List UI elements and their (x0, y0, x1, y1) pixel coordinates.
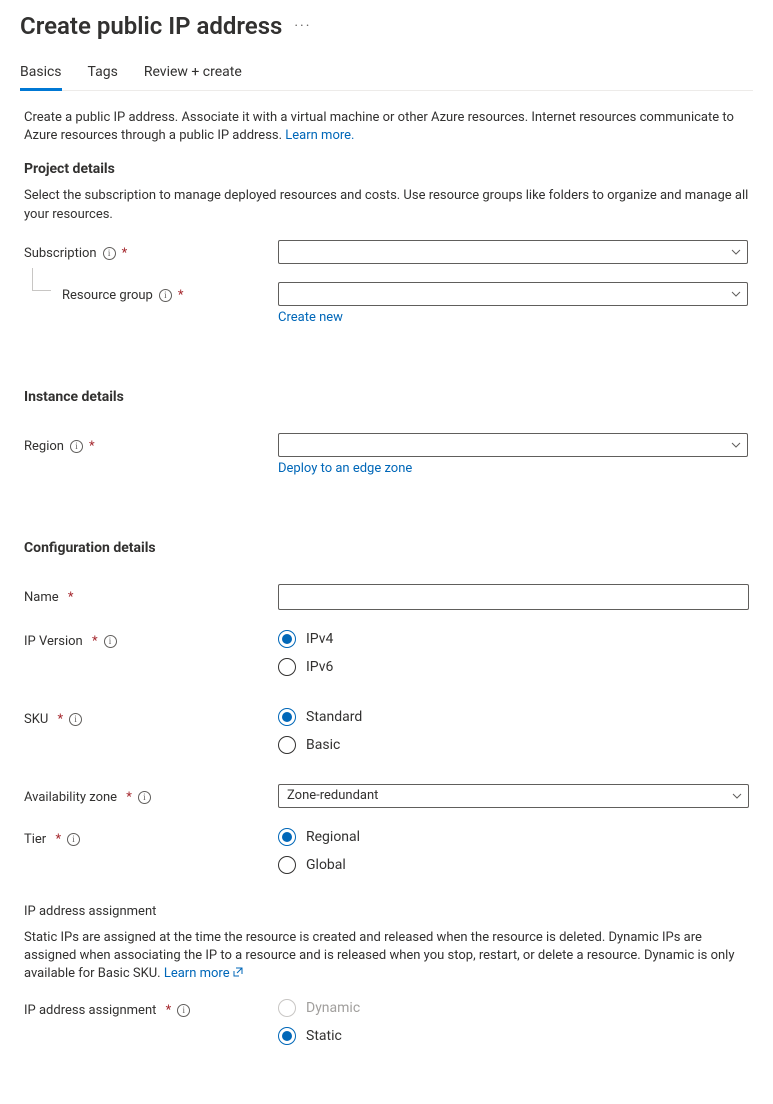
instance-details-heading: Instance details (24, 389, 749, 405)
sku-radio-group: Standard Basic (278, 706, 749, 754)
ip-version-radio-group: IPv4 IPv6 (278, 628, 749, 676)
tier-regional-label: Regional (306, 829, 360, 845)
required-marker: * (52, 832, 61, 847)
intro-learn-more-link[interactable]: Learn more. (285, 128, 354, 143)
required-marker: * (162, 1003, 171, 1018)
ip-version-ipv6-radio[interactable]: IPv6 (278, 658, 749, 676)
required-marker: * (122, 246, 128, 261)
sku-label: SKU * i (24, 706, 278, 727)
tab-basics[interactable]: Basics (20, 60, 62, 91)
external-link-icon (232, 966, 244, 978)
info-icon[interactable]: i (103, 247, 116, 260)
ip-assignment-learn-more-text: Learn more (164, 966, 230, 981)
info-icon[interactable]: i (177, 1004, 190, 1017)
ip-assignment-radio-group: Dynamic Static (278, 997, 749, 1045)
sku-standard-label: Standard (306, 709, 362, 725)
required-marker: * (89, 634, 98, 649)
intro-desc: Create a public IP address. Associate it… (24, 110, 734, 143)
info-icon[interactable]: i (104, 635, 117, 648)
tier-global-label: Global (306, 857, 346, 873)
dynamic-label: Dynamic (306, 1000, 360, 1016)
configuration-details-heading: Configuration details (24, 540, 749, 556)
availability-zone-label-text: Availability zone (24, 790, 117, 805)
radio-dot-icon (278, 1027, 296, 1045)
radio-dot-icon (278, 828, 296, 846)
ip-assignment-static-radio[interactable]: Static (278, 1027, 749, 1045)
tab-bar: Basics Tags Review + create (20, 60, 753, 91)
subscription-select[interactable] (278, 240, 748, 264)
chevron-down-icon (731, 247, 741, 257)
ip-assignment-dynamic-radio: Dynamic (278, 999, 749, 1017)
name-label-text: Name (24, 590, 59, 605)
availability-zone-select[interactable]: Zone-redundant (278, 784, 749, 808)
deploy-edge-zone-link[interactable]: Deploy to an edge zone (278, 461, 412, 476)
name-input[interactable] (278, 584, 749, 610)
chevron-down-icon (731, 440, 741, 450)
sku-label-text: SKU (24, 712, 48, 727)
ip-assignment-desc: Static IPs are assigned at the time the … (24, 929, 749, 984)
resource-group-label-text: Resource group (62, 288, 153, 303)
tab-tags[interactable]: Tags (88, 60, 118, 91)
tier-regional-radio[interactable]: Regional (278, 828, 749, 846)
radio-dot-icon (278, 708, 296, 726)
tier-label: Tier * i (24, 826, 278, 847)
ip-version-label: IP Version * i (24, 628, 278, 649)
ip-version-ipv4-radio[interactable]: IPv4 (278, 630, 749, 648)
sku-standard-radio[interactable]: Standard (278, 708, 749, 726)
info-icon[interactable]: i (138, 791, 151, 804)
sku-basic-label: Basic (306, 737, 340, 753)
required-marker: * (123, 790, 132, 805)
tab-review-create[interactable]: Review + create (144, 60, 242, 91)
ip-assignment-learn-more-link[interactable]: Learn more (164, 966, 244, 981)
info-icon[interactable]: i (159, 289, 172, 302)
ip-assignment-label: IP address assignment * i (24, 997, 278, 1018)
ipv4-label: IPv4 (306, 631, 333, 647)
required-marker: * (178, 288, 184, 303)
region-label-text: Region (24, 439, 64, 454)
radio-dot-icon (278, 630, 296, 648)
subscription-label-text: Subscription (24, 246, 97, 261)
page-title: Create public IP address (20, 12, 282, 40)
tier-radio-group: Regional Global (278, 826, 749, 874)
create-new-rg-link[interactable]: Create new (278, 310, 343, 325)
chevron-down-icon (731, 289, 741, 299)
intro-text: Create a public IP address. Associate it… (24, 109, 749, 145)
sku-basic-radio[interactable]: Basic (278, 736, 749, 754)
region-label: Region i * (24, 433, 278, 454)
ipv6-label: IPv6 (306, 659, 333, 675)
required-marker: * (89, 439, 95, 454)
info-icon[interactable]: i (69, 713, 82, 726)
tier-label-text: Tier (24, 832, 46, 847)
radio-dot-icon (278, 999, 296, 1017)
required-marker: * (65, 590, 74, 605)
project-details-desc: Select the subscription to manage deploy… (24, 187, 749, 223)
name-label: Name * (24, 584, 278, 605)
region-select[interactable] (278, 433, 748, 457)
ip-assignment-desc-text: Static IPs are assigned at the time the … (24, 930, 734, 981)
chevron-down-icon (732, 791, 742, 801)
info-icon[interactable]: i (70, 440, 83, 453)
project-details-heading: Project details (24, 161, 749, 177)
ip-version-label-text: IP Version (24, 634, 83, 649)
radio-dot-icon (278, 856, 296, 874)
radio-dot-icon (278, 736, 296, 754)
static-label: Static (306, 1028, 342, 1044)
resource-group-select[interactable] (278, 282, 748, 306)
radio-dot-icon (278, 658, 296, 676)
subscription-label: Subscription i * (24, 240, 278, 261)
info-icon[interactable]: i (67, 833, 80, 846)
availability-zone-label: Availability zone * i (24, 784, 278, 805)
availability-zone-value: Zone-redundant (287, 788, 378, 803)
more-icon[interactable]: ··· (294, 18, 311, 54)
resource-group-label: Resource group i * (24, 282, 278, 303)
required-marker: * (54, 712, 63, 727)
tier-global-radio[interactable]: Global (278, 856, 749, 874)
ip-assignment-heading: IP address assignment (24, 904, 749, 919)
ip-assignment-label-text: IP address assignment (24, 1003, 156, 1018)
